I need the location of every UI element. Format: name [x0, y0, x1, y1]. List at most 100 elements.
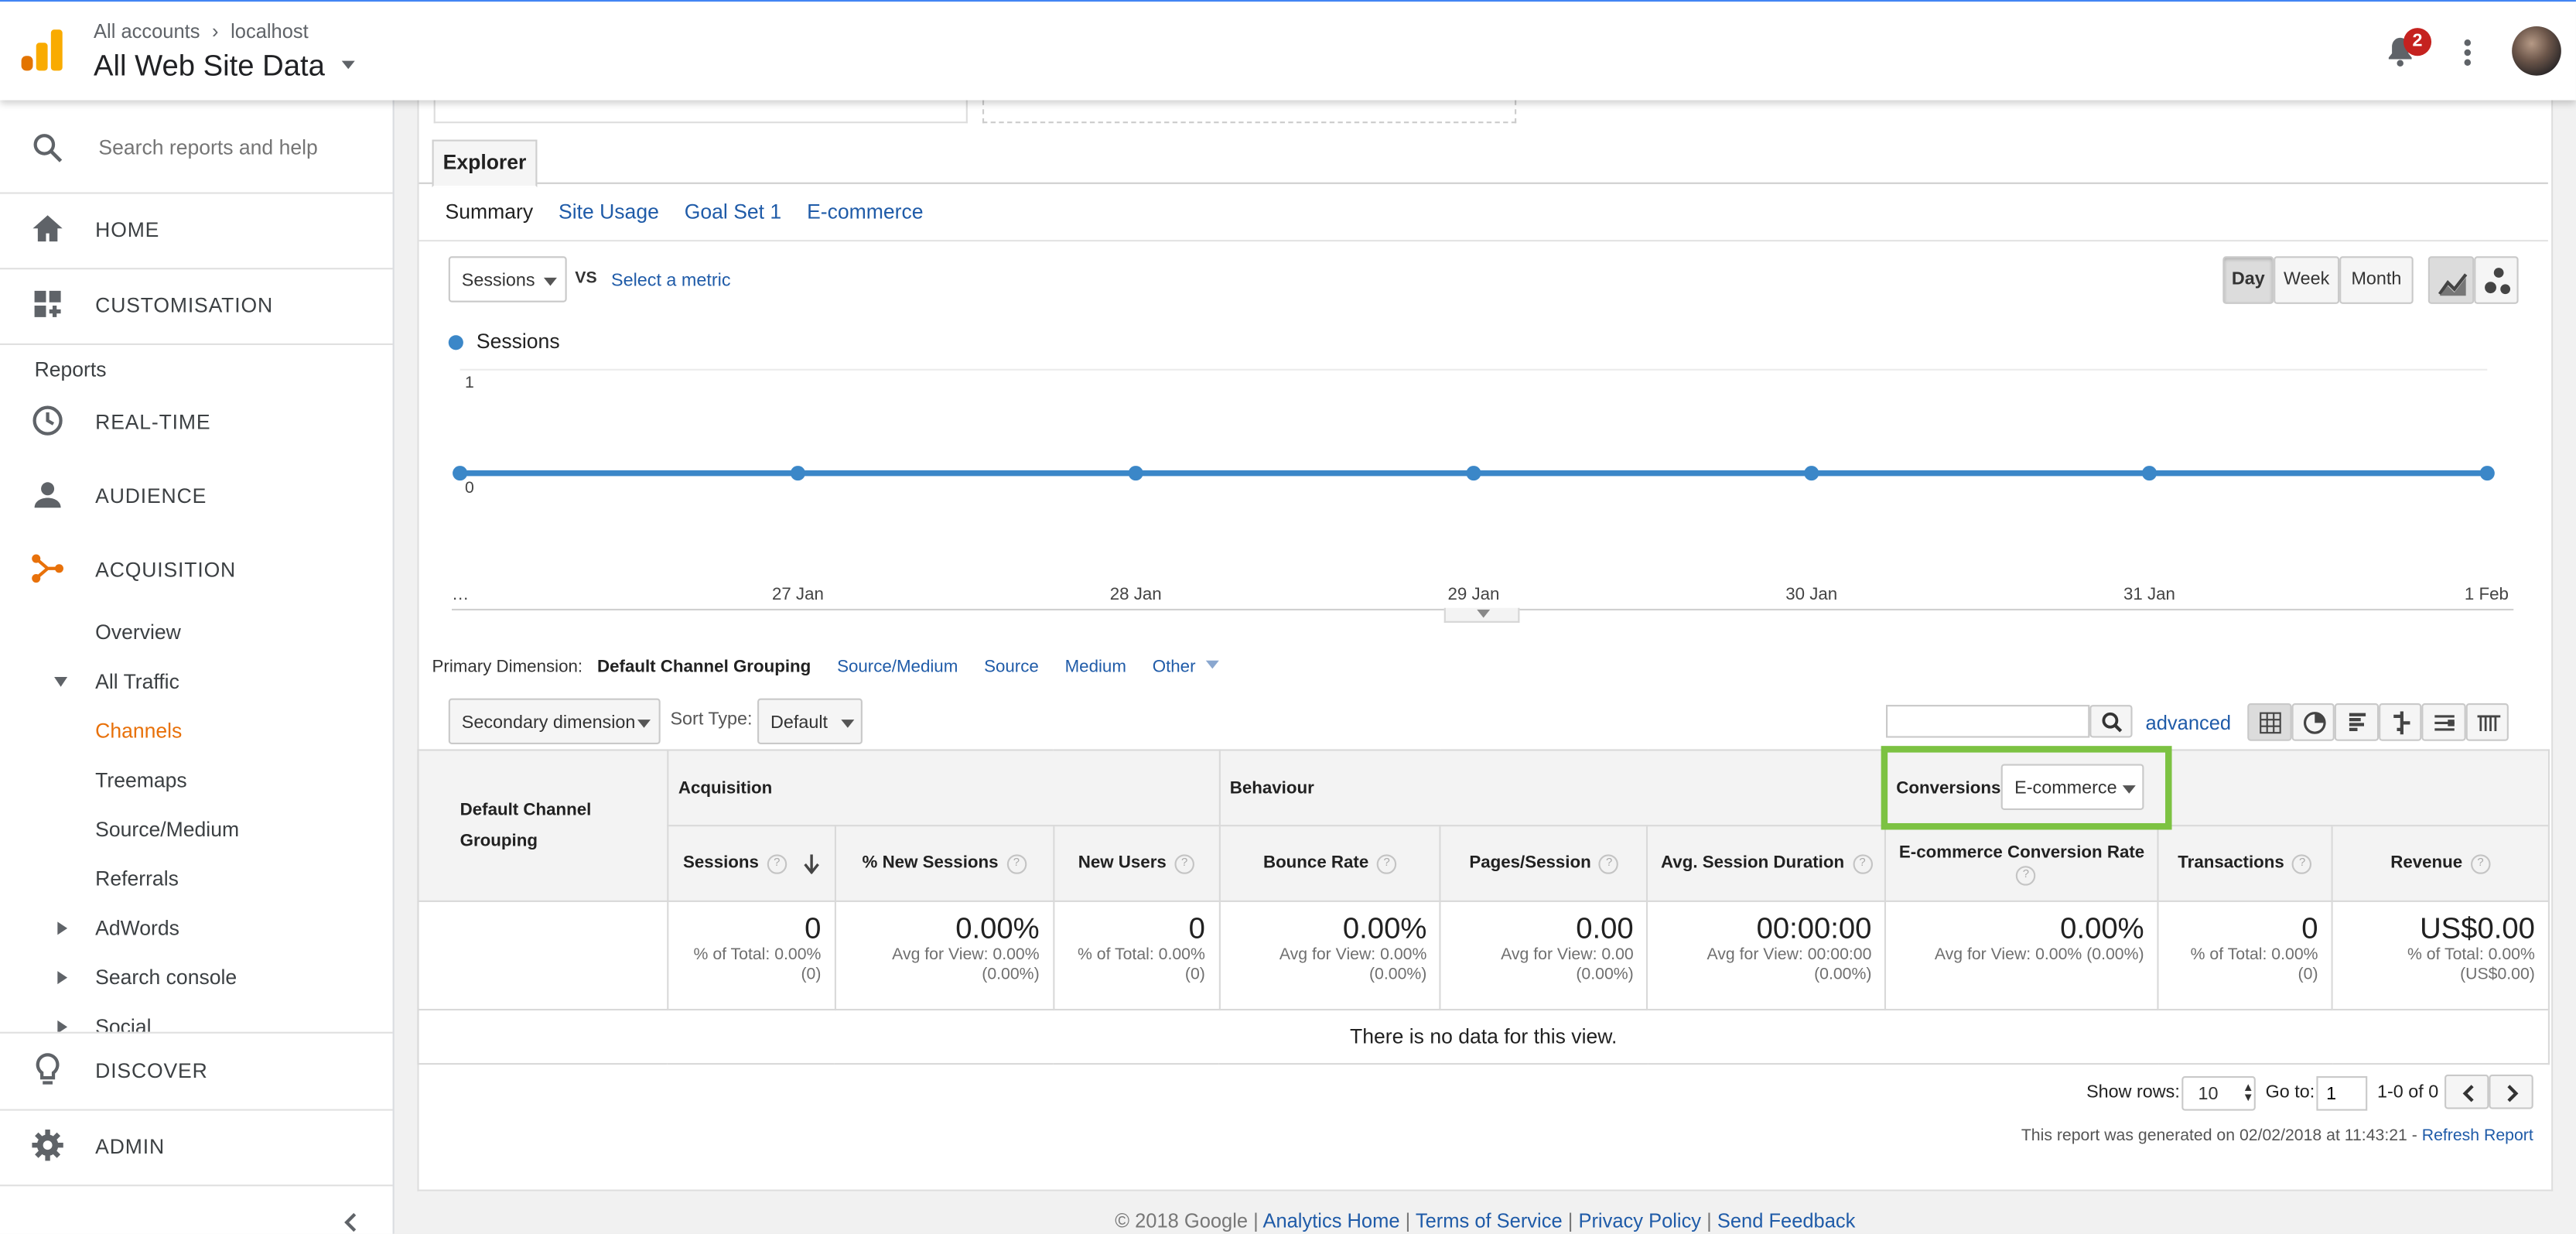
nav-treemaps[interactable]: Treemaps [95, 769, 187, 792]
nav-all-traffic[interactable]: All Traffic [95, 670, 179, 693]
view-data-table-button[interactable] [2247, 702, 2292, 741]
footer-privacy-link[interactable]: Privacy Policy [1578, 1209, 1701, 1232]
refresh-report-link[interactable]: Refresh Report [2422, 1127, 2533, 1145]
nav-channels[interactable]: Channels [95, 720, 182, 743]
help-icon[interactable]: ? [1599, 853, 1619, 873]
vs-label: VS [575, 269, 597, 288]
subtab-site-usage[interactable]: Site Usage [559, 200, 659, 224]
previous-page-button[interactable] [2444, 1074, 2489, 1109]
triangle-down-icon[interactable] [54, 676, 68, 687]
select-metric-link[interactable]: Select a metric [611, 271, 730, 290]
column-header-pct-new-sessions[interactable]: % New Sessions? [834, 825, 1054, 902]
column-header-new-users[interactable]: New Users? [1052, 825, 1221, 902]
metric-selector[interactable]: Sessions [448, 256, 567, 303]
help-icon[interactable]: ? [2016, 865, 2036, 886]
view-performance-button[interactable] [2334, 702, 2380, 741]
avatar[interactable] [2512, 26, 2561, 76]
nav-source-medium[interactable]: Source/Medium [95, 819, 239, 842]
more-vert-icon[interactable] [2461, 36, 2474, 69]
dimension-source-medium[interactable]: Source/Medium [837, 657, 958, 676]
subtab-ecommerce[interactable]: E-commerce [807, 200, 923, 224]
next-page-button[interactable] [2489, 1074, 2533, 1109]
analytics-logo[interactable] [21, 29, 64, 72]
footer-terms-link[interactable]: Terms of Service [1416, 1209, 1563, 1232]
subtab-goal-set-1[interactable]: Goal Set 1 [685, 200, 781, 224]
nav-discover[interactable]: DISCOVER [0, 1035, 393, 1107]
nav-admin[interactable]: ADMIN [0, 1111, 393, 1183]
line-chart-view-button[interactable] [2427, 256, 2475, 304]
data-point [453, 466, 468, 481]
show-rows-select[interactable]: 10 ▲ ▼ [2181, 1076, 2256, 1111]
nav-customisation[interactable]: CUSTOMISATION [0, 269, 393, 341]
footer-feedback-link[interactable]: Send Feedback [1717, 1209, 1856, 1232]
triangle-right-icon[interactable] [57, 921, 68, 935]
nav-social[interactable]: Social [95, 1015, 151, 1031]
help-icon[interactable]: ? [1006, 853, 1027, 873]
dimension-default-channel-grouping[interactable]: Default Channel Grouping [597, 657, 811, 676]
period-week-button[interactable]: Week [2274, 256, 2340, 304]
period-month-button[interactable]: Month [2339, 256, 2414, 304]
column-header-pages-per-session[interactable]: Pages/Session? [1440, 825, 1648, 902]
nav-overview[interactable]: Overview [95, 621, 181, 644]
add-segment-box[interactable] [982, 100, 1517, 124]
advanced-filter-link[interactable]: advanced [2146, 712, 2232, 735]
x-tick-label: … [452, 584, 469, 603]
view-pie-button[interactable] [2291, 702, 2335, 741]
period-day-button[interactable]: Day [2222, 256, 2274, 304]
data-point [1804, 466, 1819, 481]
column-header-bounce-rate[interactable]: Bounce Rate? [1218, 825, 1442, 902]
secondary-dimension-dropdown[interactable]: Secondary dimension [448, 698, 661, 745]
tab-explorer[interactable]: Explorer [432, 139, 538, 188]
help-icon[interactable]: ? [2292, 853, 2312, 873]
report-generated-note: This report was generated on 02/02/2018 … [1807, 1127, 2533, 1145]
column-header-revenue[interactable]: Revenue? [2331, 825, 2550, 902]
dimension-other[interactable]: Other [1153, 657, 1196, 676]
column-header-label: E-commerce Conversion Rate [1898, 842, 2145, 862]
column-header-label: Pages/Session [1469, 853, 1591, 873]
help-icon[interactable]: ? [1376, 853, 1397, 873]
view-term-cloud-button[interactable] [2421, 702, 2466, 741]
help-icon[interactable]: ? [767, 853, 787, 873]
sort-descending-icon[interactable] [787, 853, 819, 874]
chevron-left-icon[interactable] [342, 1211, 358, 1232]
help-icon[interactable]: ? [2470, 853, 2491, 873]
help-icon[interactable]: ? [1852, 853, 1873, 873]
goto-input[interactable] [2316, 1076, 2368, 1111]
motion-chart-view-button[interactable] [2474, 256, 2519, 304]
nav-referrals[interactable]: Referrals [95, 867, 179, 890]
breadcrumb-account[interactable]: localhost [231, 19, 309, 43]
metric-selector-label: Sessions [461, 271, 535, 291]
bubbles-icon [2485, 268, 2511, 295]
view-pivot-button[interactable] [2465, 702, 2509, 741]
subtab-summary[interactable]: Summary [446, 200, 534, 224]
sort-type-dropdown[interactable]: Default [757, 698, 863, 745]
table-search-button[interactable] [2089, 705, 2133, 738]
view-selector[interactable]: All Web Site Data [94, 50, 356, 84]
chart-resize-handle[interactable] [1443, 607, 1520, 623]
view-comparison-button[interactable] [2379, 702, 2422, 741]
total-comparison: Avg for View: 0.00 [1501, 946, 1634, 965]
triangle-right-icon[interactable] [57, 971, 68, 985]
breadcrumb-all-accounts[interactable]: All accounts [94, 19, 200, 43]
nav-adwords[interactable]: AdWords [95, 917, 179, 940]
dimension-column-header[interactable]: Default Channel Grouping [417, 749, 669, 902]
column-header-transactions[interactable]: Transactions? [2157, 825, 2333, 902]
dimension-medium[interactable]: Medium [1065, 657, 1126, 676]
footer-analytics-home-link[interactable]: Analytics Home [1262, 1209, 1399, 1232]
column-header-ecommerce-conversion-rate[interactable]: E-commerce Conversion Rate? [1884, 825, 2159, 902]
dimension-source[interactable]: Source [984, 657, 1039, 676]
nav-home[interactable]: HOME [0, 194, 393, 266]
nav-audience[interactable]: AUDIENCE [0, 460, 393, 532]
help-icon[interactable]: ? [1174, 853, 1194, 873]
nav-search-console[interactable]: Search console [95, 966, 237, 990]
search-reports-input[interactable] [95, 128, 381, 168]
segment-box [433, 100, 968, 124]
nav-acquisition[interactable]: ACQUISITION [0, 534, 393, 606]
triangle-right-icon[interactable] [57, 1020, 68, 1032]
total-value: 0.00 [1576, 911, 1634, 945]
column-header-sessions[interactable]: Sessions? [667, 825, 836, 902]
nav-realtime[interactable]: REAL-TIME [0, 386, 393, 458]
sessions-line-chart[interactable]: 1 0 … 27 Jan 28 Jan 29 Jan 30 Jan 31 Jan 1 Feb [419, 354, 2548, 624]
column-header-avg-session-duration[interactable]: Avg. Session Duration? [1646, 825, 1887, 902]
table-search-input[interactable] [1886, 705, 2090, 738]
